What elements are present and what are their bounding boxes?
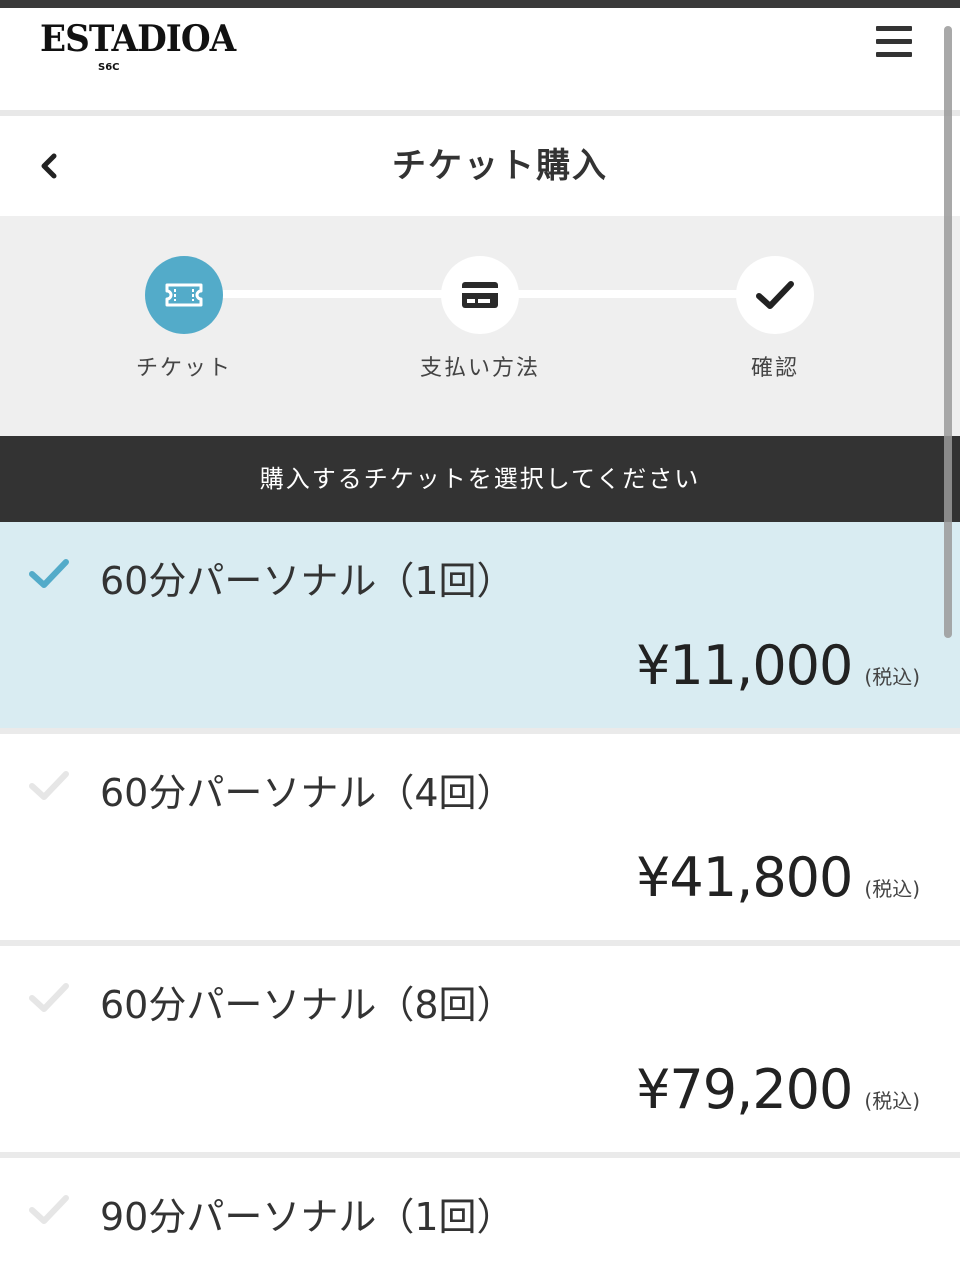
scrollbar-thumb[interactable] [944, 26, 952, 638]
ticket-price: ¥11,000 [636, 634, 853, 697]
logo[interactable]: ESTADIOA S6C [40, 18, 236, 80]
progress-steps: チケット 支払い方法 確認 [0, 216, 960, 436]
ticket-option[interactable]: 60分パーソナル（8回） ¥79,200 (税込) [0, 946, 960, 1152]
ticket-price: ¥41,800 [636, 846, 853, 909]
ticket-name: 60分パーソナル（8回） [100, 983, 515, 1027]
tax-label: (税込) [864, 665, 920, 689]
step-confirm [736, 256, 814, 334]
selected-check-icon [28, 552, 70, 594]
ticket-price-row: ¥11,000 (税込) [636, 634, 920, 697]
ticket-name: 90分パーソナル（1回） [100, 1195, 515, 1239]
ticket-option[interactable]: 60分パーソナル（4回） ¥41,800 (税込) [0, 734, 960, 940]
page-title: チケット購入 [392, 146, 608, 186]
hamburger-menu-icon[interactable] [872, 22, 916, 62]
tax-label: (税込) [864, 877, 920, 901]
ticket-icon [165, 283, 203, 307]
unselected-check-icon [28, 764, 70, 806]
step-label-payment: 支払い方法 [419, 356, 540, 381]
step-payment [441, 256, 519, 334]
step-connector [222, 290, 444, 298]
step-connector [518, 290, 740, 298]
title-bar: チケット購入 [0, 116, 960, 216]
ticket-option[interactable]: 60分パーソナル（1回） ¥11,000 (税込) [0, 522, 960, 728]
ticket-price-row: ¥41,800 (税込) [636, 846, 920, 909]
logo-subtext: S6C [98, 62, 120, 73]
logo-text: ESTADIOA [40, 18, 236, 60]
ticket-name: 60分パーソナル（4回） [100, 771, 515, 815]
checkmark-icon [756, 281, 794, 309]
tax-label: (税込) [864, 1089, 920, 1113]
unselected-check-icon [28, 976, 70, 1018]
ticket-name: 60分パーソナル（1回） [100, 559, 515, 603]
credit-card-icon [462, 282, 498, 308]
ticket-price-row: ¥79,200 (税込) [636, 1058, 920, 1121]
top-edge-bar [0, 0, 960, 8]
step-label-ticket: チケット [135, 356, 232, 381]
instruction-banner: 購入するチケットを選択してください [0, 436, 960, 522]
site-header: ESTADIOA S6C [0, 8, 960, 112]
unselected-check-icon [28, 1188, 70, 1230]
step-ticket [145, 256, 223, 334]
ticket-price: ¥79,200 [636, 1058, 853, 1121]
step-label-confirm: 確認 [750, 356, 799, 381]
ticket-option[interactable]: 90分パーソナル（1回） [0, 1158, 960, 1280]
